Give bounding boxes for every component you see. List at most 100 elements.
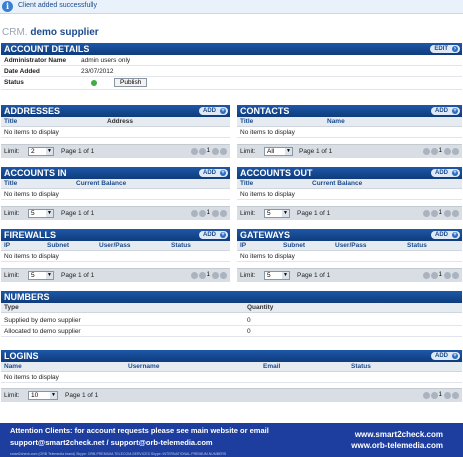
add-account-in-button[interactable]: ADD + xyxy=(199,169,228,177)
first-page-icon[interactable] xyxy=(422,392,430,399)
add-label: ADD xyxy=(435,108,448,114)
prev-page-icon[interactable] xyxy=(430,272,438,279)
limit-select[interactable]: 10 ▼ xyxy=(28,391,58,400)
accounts-in-panel: ACCOUNTS IN ADD + Title Current Balance N… xyxy=(1,167,230,222)
add-label: ADD xyxy=(435,170,448,176)
empty-text: No items to display xyxy=(240,191,295,198)
limit-select[interactable]: 5 ▼ xyxy=(28,271,54,280)
plus-icon: + xyxy=(452,108,458,114)
first-page-icon[interactable] xyxy=(422,272,430,279)
limit-label: Limit: xyxy=(4,148,20,155)
next-page-icon[interactable] xyxy=(444,272,451,279)
limit-value: 5 xyxy=(31,210,35,217)
dropdown-arrow-icon: ▼ xyxy=(46,210,53,217)
col-current-balance[interactable]: Current Balance xyxy=(76,180,126,187)
limit-select[interactable]: All ▼ xyxy=(264,147,293,156)
edit-label: EDIT xyxy=(434,46,448,52)
col-status[interactable]: Status xyxy=(171,242,191,249)
empty-row: No items to display xyxy=(237,189,462,200)
col-user-pass[interactable]: User/Pass xyxy=(335,242,366,249)
page-info: Page 1 of 1 xyxy=(65,392,99,399)
edit-button[interactable]: EDIT › xyxy=(430,45,460,53)
detail-label: Administrator Name xyxy=(4,57,67,64)
pager: Limit: 5 ▼ Page 1 of 1 1 xyxy=(1,206,230,220)
plus-icon: + xyxy=(452,232,458,238)
add-address-button[interactable]: ADD + xyxy=(199,107,228,115)
next-page-icon[interactable] xyxy=(212,148,219,155)
next-page-icon[interactable] xyxy=(444,210,451,217)
first-page-icon[interactable] xyxy=(422,148,430,155)
pager: Limit: 5 ▼ Page 1 of 1 1 xyxy=(237,268,462,282)
first-page-icon[interactable] xyxy=(190,272,198,279)
pager: Limit: All ▼ Page 1 of 1 1 xyxy=(237,144,462,158)
empty-row: No items to display xyxy=(237,251,462,262)
col-ip[interactable]: IP xyxy=(240,242,246,249)
col-status[interactable]: Status xyxy=(407,242,427,249)
panel-title: LOGINS xyxy=(4,351,39,361)
pager: Limit: 5 ▼ Page 1 of 1 1 xyxy=(237,206,462,220)
next-page-icon[interactable] xyxy=(444,148,451,155)
next-page-icon[interactable] xyxy=(444,392,451,399)
last-page-icon[interactable] xyxy=(452,210,459,217)
panel-header: LOGINS ADD + xyxy=(1,350,462,362)
prev-page-icon[interactable] xyxy=(198,210,206,217)
status-active-icon xyxy=(91,80,97,86)
col-subnet[interactable]: Subnet xyxy=(47,242,69,249)
col-ip[interactable]: IP xyxy=(4,242,10,249)
prev-page-icon[interactable] xyxy=(198,272,206,279)
limit-select[interactable]: 5 ▼ xyxy=(264,209,290,218)
first-page-icon[interactable] xyxy=(190,210,198,217)
col-name[interactable]: Name xyxy=(4,363,22,370)
footer-fine-print: smart2check.com (ORB Telemedia brand) Sk… xyxy=(10,452,227,456)
footer-support-emails[interactable]: support@smart2check.net / support@orb-te… xyxy=(10,438,213,447)
number-qty: 0 xyxy=(247,328,251,335)
add-contact-button[interactable]: ADD + xyxy=(431,107,460,115)
prev-page-icon[interactable] xyxy=(430,148,438,155)
next-page-icon[interactable] xyxy=(212,272,219,279)
limit-select[interactable]: 2 ▼ xyxy=(28,147,54,156)
col-subnet[interactable]: Subnet xyxy=(283,242,305,249)
next-page-icon[interactable] xyxy=(212,210,219,217)
plus-icon: + xyxy=(452,353,458,359)
limit-label: Limit: xyxy=(4,210,20,217)
footer-link-orb-telemedia[interactable]: www.orb-telemedia.com xyxy=(351,441,443,450)
col-status[interactable]: Status xyxy=(351,363,371,370)
empty-row: No items to display xyxy=(1,251,230,262)
limit-value: 5 xyxy=(267,272,271,279)
first-page-icon[interactable] xyxy=(422,210,430,217)
last-page-icon[interactable] xyxy=(220,210,227,217)
publish-button[interactable]: Publish xyxy=(114,78,148,87)
prev-page-icon[interactable] xyxy=(198,148,206,155)
col-title[interactable]: Title xyxy=(240,118,253,125)
col-title[interactable]: Title xyxy=(240,180,253,187)
panel-header: CONTACTS ADD + xyxy=(237,105,462,117)
add-gateway-button[interactable]: ADD + xyxy=(431,231,460,239)
col-username[interactable]: Username xyxy=(128,363,159,370)
column-header: Title Current Balance xyxy=(237,179,462,189)
first-page-icon[interactable] xyxy=(190,148,198,155)
page-number: 1 xyxy=(206,210,210,216)
add-login-button[interactable]: ADD + xyxy=(431,352,460,360)
last-page-icon[interactable] xyxy=(220,148,227,155)
col-user-pass[interactable]: User/Pass xyxy=(99,242,130,249)
col-address[interactable]: Address xyxy=(107,118,133,125)
col-name[interactable]: Name xyxy=(327,118,345,125)
limit-select[interactable]: 5 ▼ xyxy=(28,209,54,218)
col-type: Type xyxy=(4,304,19,311)
prev-page-icon[interactable] xyxy=(430,210,438,217)
col-title[interactable]: Title xyxy=(4,180,17,187)
last-page-icon[interactable] xyxy=(452,148,459,155)
col-title[interactable]: Title xyxy=(4,118,17,125)
add-label: ADD xyxy=(203,170,216,176)
empty-text: No items to display xyxy=(4,129,59,136)
last-page-icon[interactable] xyxy=(220,272,227,279)
col-current-balance[interactable]: Current Balance xyxy=(312,180,362,187)
add-firewall-button[interactable]: ADD + xyxy=(199,231,228,239)
prev-page-icon[interactable] xyxy=(430,392,438,399)
add-account-out-button[interactable]: ADD + xyxy=(431,169,460,177)
footer-link-smart2check[interactable]: www.smart2check.com xyxy=(355,430,443,439)
limit-select[interactable]: 5 ▼ xyxy=(264,271,290,280)
last-page-icon[interactable] xyxy=(452,272,459,279)
last-page-icon[interactable] xyxy=(452,392,459,399)
col-email[interactable]: Email xyxy=(263,363,280,370)
